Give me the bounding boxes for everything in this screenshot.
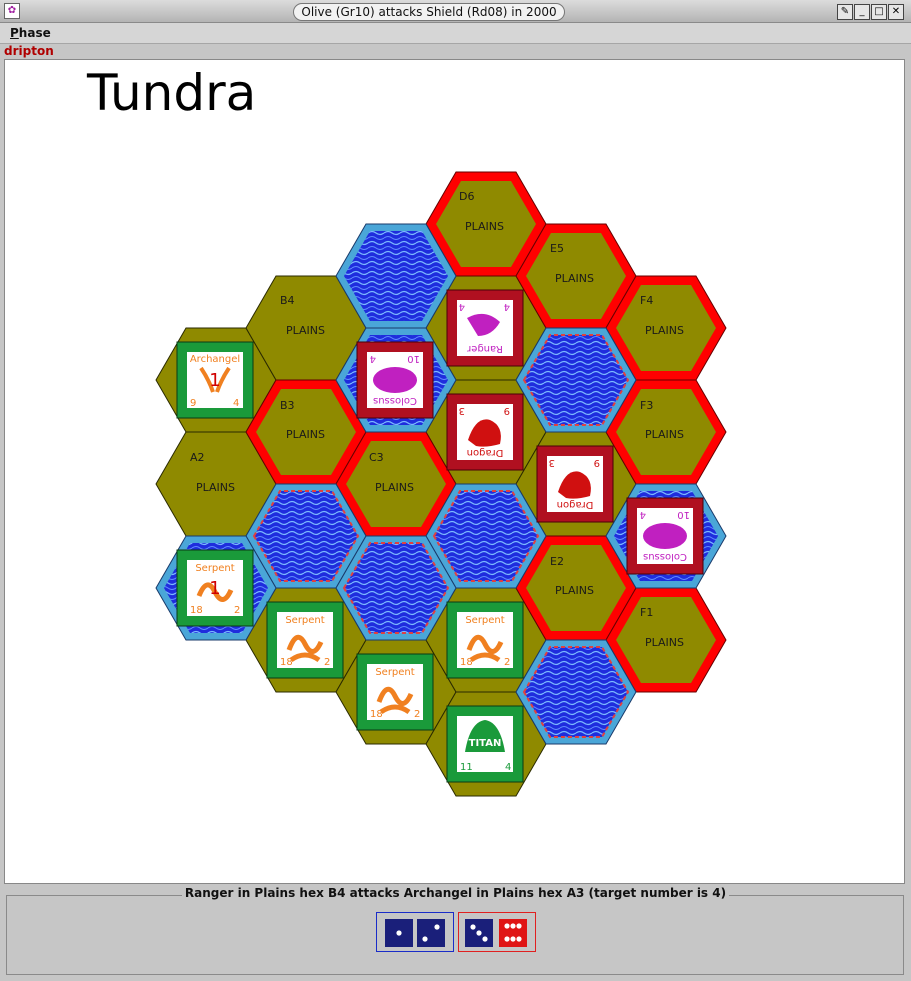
strike-frame bbox=[6, 895, 904, 975]
chit-serpent[interactable]: Serpent 18 2 bbox=[266, 601, 344, 679]
chit-titan[interactable]: TITAN 11 4 bbox=[446, 705, 524, 783]
chit-serpent-name: Serpent bbox=[375, 667, 414, 678]
chit-dragon[interactable]: Dragon 9 3 bbox=[536, 445, 614, 523]
chit-serpent-power: 18 bbox=[190, 605, 203, 616]
chit-dragon-power: 9 bbox=[594, 457, 600, 468]
hex-terrain-b3: PLAINS bbox=[286, 428, 325, 441]
chit-serpent-skill: 2 bbox=[234, 605, 240, 616]
chit-colossus-power: 10 bbox=[407, 353, 420, 364]
strike-message: Ranger in Plains hex B4 attacks Archange… bbox=[4, 886, 907, 900]
chit-titan-name: TITAN bbox=[469, 738, 502, 749]
chit-ranger[interactable]: Ranger 4 4 bbox=[446, 289, 524, 367]
chit-serpent-power: 18 bbox=[370, 709, 383, 720]
chit-serpent-power: 18 bbox=[280, 657, 293, 668]
chit-dragon-skill: 3 bbox=[459, 405, 465, 416]
chit-archangel[interactable]: Archangel 1 9 4 bbox=[176, 341, 254, 419]
hex-terrain-f1: PLAINS bbox=[645, 636, 684, 649]
hex-label-f3: F3 bbox=[640, 399, 653, 412]
hex-terrain-f3: PLAINS bbox=[645, 428, 684, 441]
chit-archangel-skill: 4 bbox=[233, 398, 239, 409]
chit-colossus[interactable]: Colossus 10 4 bbox=[356, 341, 434, 419]
die-face-3 bbox=[465, 919, 493, 947]
chit-colossus-skill: 4 bbox=[370, 353, 376, 364]
chit-serpent-power: 18 bbox=[460, 657, 473, 668]
chit-ranger-power: 4 bbox=[504, 301, 510, 312]
chit-colossus[interactable]: Colossus 10 4 bbox=[626, 497, 704, 575]
chit-archangel-name: Archangel bbox=[190, 354, 240, 365]
chit-colossus-name: Colossus bbox=[643, 551, 687, 562]
hit-dice-group bbox=[458, 912, 536, 952]
chit-colossus-power: 10 bbox=[677, 509, 690, 520]
chit-ranger-skill: 4 bbox=[459, 301, 465, 312]
hex-label-b3: B3 bbox=[280, 399, 295, 412]
die-face-1 bbox=[385, 919, 413, 947]
chit-dragon-name: Dragon bbox=[467, 447, 504, 458]
hex-label-f4: F4 bbox=[640, 294, 653, 307]
hex-terrain-f4: PLAINS bbox=[645, 324, 684, 337]
strike-message-text: Ranger in Plains hex B4 attacks Archange… bbox=[181, 886, 730, 900]
strike-panel: Ranger in Plains hex B4 attacks Archange… bbox=[4, 886, 907, 979]
hex-map: A2 PLAINS B4 PLAINS D6 PLAINS E5 PLAINS … bbox=[155, 171, 727, 797]
hex-terrain-a2: PLAINS bbox=[196, 481, 235, 494]
chit-serpent-skill: 2 bbox=[504, 657, 510, 668]
chit-ranger-name: Ranger bbox=[466, 343, 503, 354]
chit-serpent-skill: 2 bbox=[324, 657, 330, 668]
die-face-2 bbox=[417, 919, 445, 947]
colossus-icon bbox=[373, 367, 417, 393]
chit-serpent[interactable]: Serpent 18 2 bbox=[446, 601, 524, 679]
chit-serpent-skill: 2 bbox=[414, 709, 420, 720]
chit-dragon-power: 9 bbox=[504, 405, 510, 416]
chit-serpent-hits: 1 bbox=[209, 578, 220, 599]
chit-serpent-damaged[interactable]: Serpent 1 18 2 bbox=[176, 549, 254, 627]
hex-label-e5: E5 bbox=[550, 242, 564, 255]
colossus-icon bbox=[643, 523, 687, 549]
chit-dragon-name: Dragon bbox=[557, 499, 594, 510]
hex-terrain-c3: PLAINS bbox=[375, 481, 414, 494]
hex-label-b4: B4 bbox=[280, 294, 295, 307]
hex-terrain-b4: PLAINS bbox=[286, 324, 325, 337]
hex-label-f1: F1 bbox=[640, 606, 653, 619]
chit-serpent-name: Serpent bbox=[195, 563, 234, 574]
chit-serpent-name: Serpent bbox=[465, 615, 504, 626]
hex-label-a2: A2 bbox=[190, 451, 205, 464]
chit-colossus-name: Colossus bbox=[373, 395, 417, 406]
hex-terrain-e5: PLAINS bbox=[555, 272, 594, 285]
chit-archangel-power: 9 bbox=[190, 398, 196, 409]
chit-archangel-hits: 1 bbox=[209, 370, 220, 391]
chit-serpent-name: Serpent bbox=[285, 615, 324, 626]
chit-serpent[interactable]: Serpent 18 2 bbox=[356, 653, 434, 731]
hex-label-c3: C3 bbox=[369, 451, 384, 464]
die-face-6 bbox=[499, 919, 527, 947]
hex-label-e2: E2 bbox=[550, 555, 564, 568]
chit-colossus-skill: 4 bbox=[640, 509, 646, 520]
hex-terrain-d6: PLAINS bbox=[465, 220, 504, 233]
hex-label-d6: D6 bbox=[459, 190, 474, 203]
hex-terrain-e2: PLAINS bbox=[555, 584, 594, 597]
chit-dragon[interactable]: Dragon 9 3 bbox=[446, 393, 524, 471]
chit-titan-skill: 4 bbox=[505, 762, 511, 773]
chit-titan-power: 11 bbox=[460, 762, 473, 773]
attacker-dice-group bbox=[376, 912, 454, 952]
chit-dragon-skill: 3 bbox=[549, 457, 555, 468]
